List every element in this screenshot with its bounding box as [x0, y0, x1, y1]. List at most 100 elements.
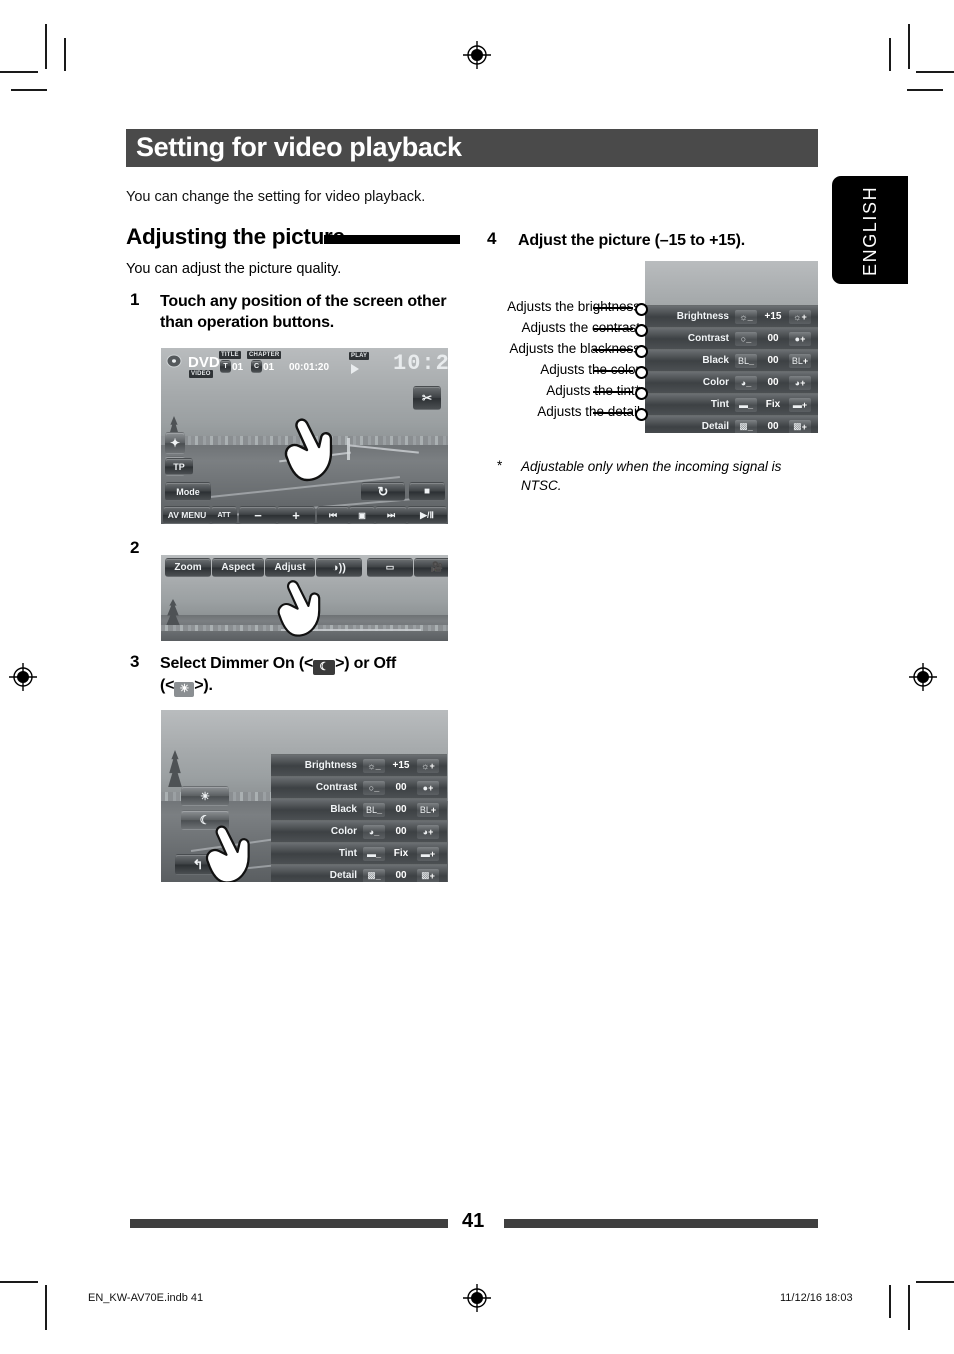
footer-filename: EN_KW-AV70E.indb 41 [88, 1292, 204, 1304]
adjust-row-label: Color [702, 377, 729, 388]
black-up-icon[interactable]: BL + [789, 353, 811, 368]
chapter-number: 01 [263, 362, 275, 373]
adjust-row-value: 00 [395, 782, 407, 793]
contrast-down-icon[interactable]: ○ _ [363, 780, 385, 795]
tint-down-icon[interactable]: ▬ _ [363, 846, 385, 861]
brightness-down-icon[interactable]: ☼ _ [735, 309, 757, 324]
chapter-indicator-icon: C [251, 360, 262, 373]
brightness-down-icon[interactable]: ☼ _ [363, 758, 385, 773]
contrast-up-icon[interactable]: ● + [417, 780, 439, 795]
step-4-number: 4 [487, 229, 497, 248]
format-tag: VIDEO [189, 370, 213, 378]
subtitle-icon[interactable]: ▭ [367, 558, 413, 577]
adjust-row-value: +15 [392, 760, 410, 771]
adjust-row-value: 00 [767, 377, 779, 388]
adjust-row-value: 00 [395, 870, 407, 881]
adjust-row-label: Brightness [676, 311, 729, 322]
adjust-row-label: Color [330, 826, 357, 837]
angle-icon[interactable]: 🎥 [414, 558, 448, 577]
adjust-row-label: Detail [329, 870, 357, 881]
callout-bullet [635, 408, 648, 421]
play-pause-button[interactable]: ▶/Ⅱ [407, 506, 447, 524]
aspect-button[interactable]: Aspect [212, 558, 264, 577]
detail-down-icon[interactable]: ▩ _ [735, 419, 757, 433]
adjust-row: Brightness ☼ _ +15 ☼ + [645, 305, 818, 327]
dimmer-off-button[interactable]: ☀ [181, 786, 229, 806]
adjust-row: Color ◕ _ 00 ◕ + [271, 820, 447, 842]
repeat-button[interactable]: ↻ [361, 482, 405, 501]
contrast-down-icon[interactable]: ○ _ [735, 331, 757, 346]
color-up-icon[interactable]: ◕ + [417, 824, 439, 839]
brightness-up-icon[interactable]: ☼ + [789, 309, 811, 324]
stop-button[interactable]: ■ [409, 482, 445, 501]
crop-mark-tr-h2 [907, 89, 943, 91]
crop-mark-tl-v2 [64, 38, 66, 71]
footer-timestamp: 11/12/16 18:03 [780, 1292, 853, 1304]
next-button[interactable]: ⏭ [375, 506, 407, 524]
att-button[interactable]: ATT [211, 506, 237, 524]
previous-button[interactable]: ⏮ [317, 506, 349, 524]
volume-up-button[interactable]: + [277, 506, 315, 524]
adjust-row: Color ◕ _ 00 ◕ + [645, 371, 818, 393]
tint-up-icon[interactable]: ▬ + [789, 397, 811, 412]
adjust-row-value: 00 [767, 421, 779, 432]
step-3-middle: >) or Off [335, 655, 397, 672]
color-down-icon[interactable]: ◕ _ [363, 824, 385, 839]
bluetooth-icon[interactable]: ✦ [165, 432, 185, 454]
zoom-button[interactable]: Zoom [165, 558, 211, 577]
color-down-icon[interactable]: ◕ _ [735, 375, 757, 390]
dimmer-adjust-screenshot: ☀ ☾ ↰ Brightness ☼ _ +15 ☼ + Contrast ○ _ 00 ● + Bla… [161, 710, 448, 882]
registration-mark-bottom [462, 1283, 492, 1313]
hand-pointer-icon-2 [277, 580, 321, 637]
adjust-row: Tint ▬ _ Fix ▬ + [271, 842, 447, 864]
adjust-row: Detail ▩ _ 00 ▩ + [645, 415, 818, 433]
callout-leader-line [593, 307, 633, 309]
manual-page: Setting for video playback You can chang… [0, 0, 954, 1354]
detail-up-icon[interactable]: ▩ + [789, 419, 811, 433]
adjust-row-value: 00 [767, 333, 779, 344]
color-up-icon[interactable]: ◕ + [789, 375, 811, 390]
adjust-row-label: Detail [701, 421, 729, 432]
tp-button[interactable]: TP [165, 458, 193, 475]
adjust-row: Black BL _ 00 BL + [271, 798, 447, 820]
contrast-up-icon[interactable]: ● + [789, 331, 811, 346]
black-down-icon[interactable]: BL _ [363, 802, 385, 817]
step-3-prefix: Select Dimmer On (< [160, 655, 314, 672]
adjust-row-value: 00 [395, 804, 407, 815]
page-title-band: Setting for video playback [126, 129, 818, 167]
crop-mark-br-h [916, 1281, 954, 1283]
crop-mark-tl-v [45, 24, 47, 69]
callout-bullet [635, 366, 648, 379]
tint-down-icon[interactable]: ▬ _ [735, 397, 757, 412]
footer-rule-right [504, 1219, 818, 1228]
adjust-panel-screenshot: Brightness ☼ _ +15 ☼ + Contrast ○ _ 00 ● + Black BL _ 0… [645, 261, 818, 433]
disc-icon [166, 354, 182, 368]
language-tab: ENGLISH [832, 176, 908, 284]
chapter-button[interactable]: ▣ [349, 506, 375, 524]
adjust-row-label: Contrast [315, 782, 357, 793]
section-heading: Adjusting the picture [126, 224, 345, 249]
tint-up-icon[interactable]: ▬ + [417, 846, 439, 861]
volume-down-button[interactable]: − [239, 506, 277, 524]
hand-pointer-icon-3 [205, 825, 250, 882]
detail-up-icon[interactable]: ▩ + [417, 868, 439, 882]
menu-bar-screenshot: Zoom Aspect Adjust ◑)) ▭ 🎥 [161, 555, 448, 641]
detail-down-icon[interactable]: ▩ _ [363, 868, 385, 882]
step-3-suffix: (< [160, 677, 175, 694]
black-down-icon[interactable]: BL _ [735, 353, 757, 368]
section-heading-rule [324, 235, 460, 244]
crop-mark-bl-v [45, 1285, 47, 1330]
crop-mark-tr-v2 [889, 38, 891, 71]
page-number: 41 [462, 1210, 485, 1232]
adjust-row-label: Tint [338, 848, 357, 859]
black-up-icon[interactable]: BL + [417, 802, 439, 817]
adjust-row: Contrast ○ _ 00 ● + [271, 776, 447, 798]
mode-button[interactable]: Mode [165, 482, 211, 501]
step-3-end: >). [194, 677, 213, 694]
footnote-marker: * [497, 458, 503, 473]
adjust-row-label: Black [330, 804, 357, 815]
crop-mark-br-v [908, 1285, 910, 1330]
avmenu-button[interactable]: AV MENU [163, 506, 211, 524]
registration-mark-top [462, 40, 492, 70]
brightness-up-icon[interactable]: ☼ + [417, 758, 439, 773]
